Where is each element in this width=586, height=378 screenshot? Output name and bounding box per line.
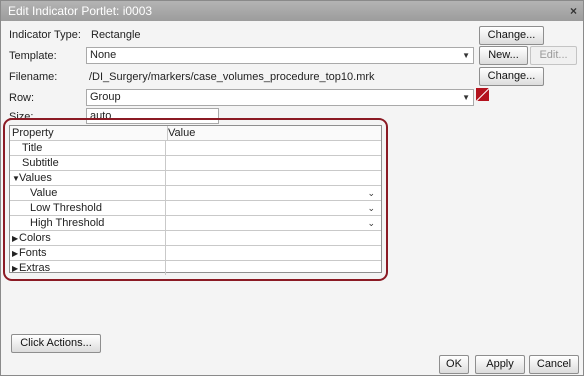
ok-button[interactable]: OK — [439, 355, 469, 374]
row-select-value: Group — [90, 91, 121, 103]
chevron-down-icon[interactable]: ⌄ — [367, 186, 375, 200]
property-row-high-threshold[interactable]: High Threshold ⌄ — [10, 216, 381, 231]
expand-triangle-icon[interactable]: ▶ — [12, 247, 19, 261]
chevron-down-icon: ▼ — [462, 51, 470, 60]
template-select[interactable]: None ▼ — [86, 47, 474, 64]
chevron-down-icon[interactable]: ⌄ — [367, 216, 375, 230]
expand-triangle-icon[interactable]: ▶ — [12, 262, 19, 276]
property-row-values[interactable]: ▼Values — [10, 171, 381, 186]
property-row-extras[interactable]: ▶Extras — [10, 261, 381, 275]
property-name-cell: ▶Colors — [10, 231, 166, 245]
property-name-cell: ▼Values — [10, 171, 166, 185]
property-value-cell[interactable] — [166, 156, 381, 170]
property-value-cell[interactable]: ⌄ — [166, 186, 381, 200]
property-row-subtitle[interactable]: Subtitle — [10, 156, 381, 171]
property-value-cell — [166, 246, 381, 260]
click-actions-button[interactable]: Click Actions... — [11, 334, 101, 353]
property-value-cell[interactable]: ⌄ — [166, 216, 381, 230]
dialog-titlebar[interactable]: Edit Indicator Portlet: i0003 × — [1, 1, 583, 21]
property-value-cell — [166, 231, 381, 245]
collapse-triangle-icon[interactable]: ▼ — [12, 172, 20, 186]
column-header-value: Value — [168, 127, 196, 139]
template-select-value: None — [90, 49, 117, 61]
property-name-cell: ▶Extras — [10, 261, 166, 275]
indicator-type-value: Rectangle — [91, 29, 141, 41]
property-row-title[interactable]: Title — [10, 141, 381, 156]
row-color-swatch[interactable] — [476, 88, 489, 101]
property-name: Value — [10, 186, 166, 200]
row-label: Row: — [9, 92, 35, 104]
column-header-property: Property — [10, 126, 168, 140]
filename-value: /DI_Surgery/markers/case_volumes_procedu… — [89, 71, 375, 83]
row-select[interactable]: Group ▼ — [86, 89, 474, 106]
property-name: Title — [10, 141, 166, 155]
edit-indicator-dialog: Edit Indicator Portlet: i0003 × Indicato… — [0, 0, 584, 376]
filename-change-button[interactable]: Change... — [479, 67, 544, 86]
property-name-cell: ▶Fonts — [10, 246, 166, 260]
filename-label: Filename: — [9, 71, 58, 83]
indicator-type-label: Indicator Type: — [9, 29, 81, 41]
property-grid: Property Value Title Subtitle ▼Values Va… — [9, 125, 382, 275]
template-new-button[interactable]: New... — [479, 46, 528, 65]
property-name: Values — [19, 172, 52, 184]
property-value-cell — [166, 261, 381, 275]
property-row-value[interactable]: Value ⌄ — [10, 186, 381, 201]
property-value-cell — [166, 171, 381, 185]
dialog-title: Edit Indicator Portlet: i0003 — [8, 4, 153, 18]
expand-triangle-icon[interactable]: ▶ — [12, 232, 19, 246]
chevron-down-icon[interactable]: ⌄ — [367, 201, 375, 215]
indicator-type-change-button[interactable]: Change... — [479, 26, 544, 45]
property-row-low-threshold[interactable]: Low Threshold ⌄ — [10, 201, 381, 216]
property-row-colors[interactable]: ▶Colors — [10, 231, 381, 246]
property-grid-header: Property Value — [10, 126, 381, 141]
property-name: High Threshold — [10, 216, 166, 230]
property-name: Low Threshold — [10, 201, 166, 215]
apply-button[interactable]: Apply — [475, 355, 525, 374]
property-name: Subtitle — [10, 156, 166, 170]
close-icon[interactable]: × — [570, 1, 577, 21]
property-row-fonts[interactable]: ▶Fonts — [10, 246, 381, 261]
property-name: Extras — [19, 262, 51, 274]
cancel-button[interactable]: Cancel — [529, 355, 579, 374]
property-value-cell[interactable]: ⌄ — [166, 201, 381, 215]
template-edit-button[interactable]: Edit... — [530, 46, 577, 65]
property-name: Colors — [19, 232, 51, 244]
property-name: Fonts — [19, 247, 47, 259]
template-label: Template: — [9, 50, 57, 62]
chevron-down-icon: ▼ — [462, 93, 470, 102]
property-value-cell[interactable] — [166, 141, 381, 155]
